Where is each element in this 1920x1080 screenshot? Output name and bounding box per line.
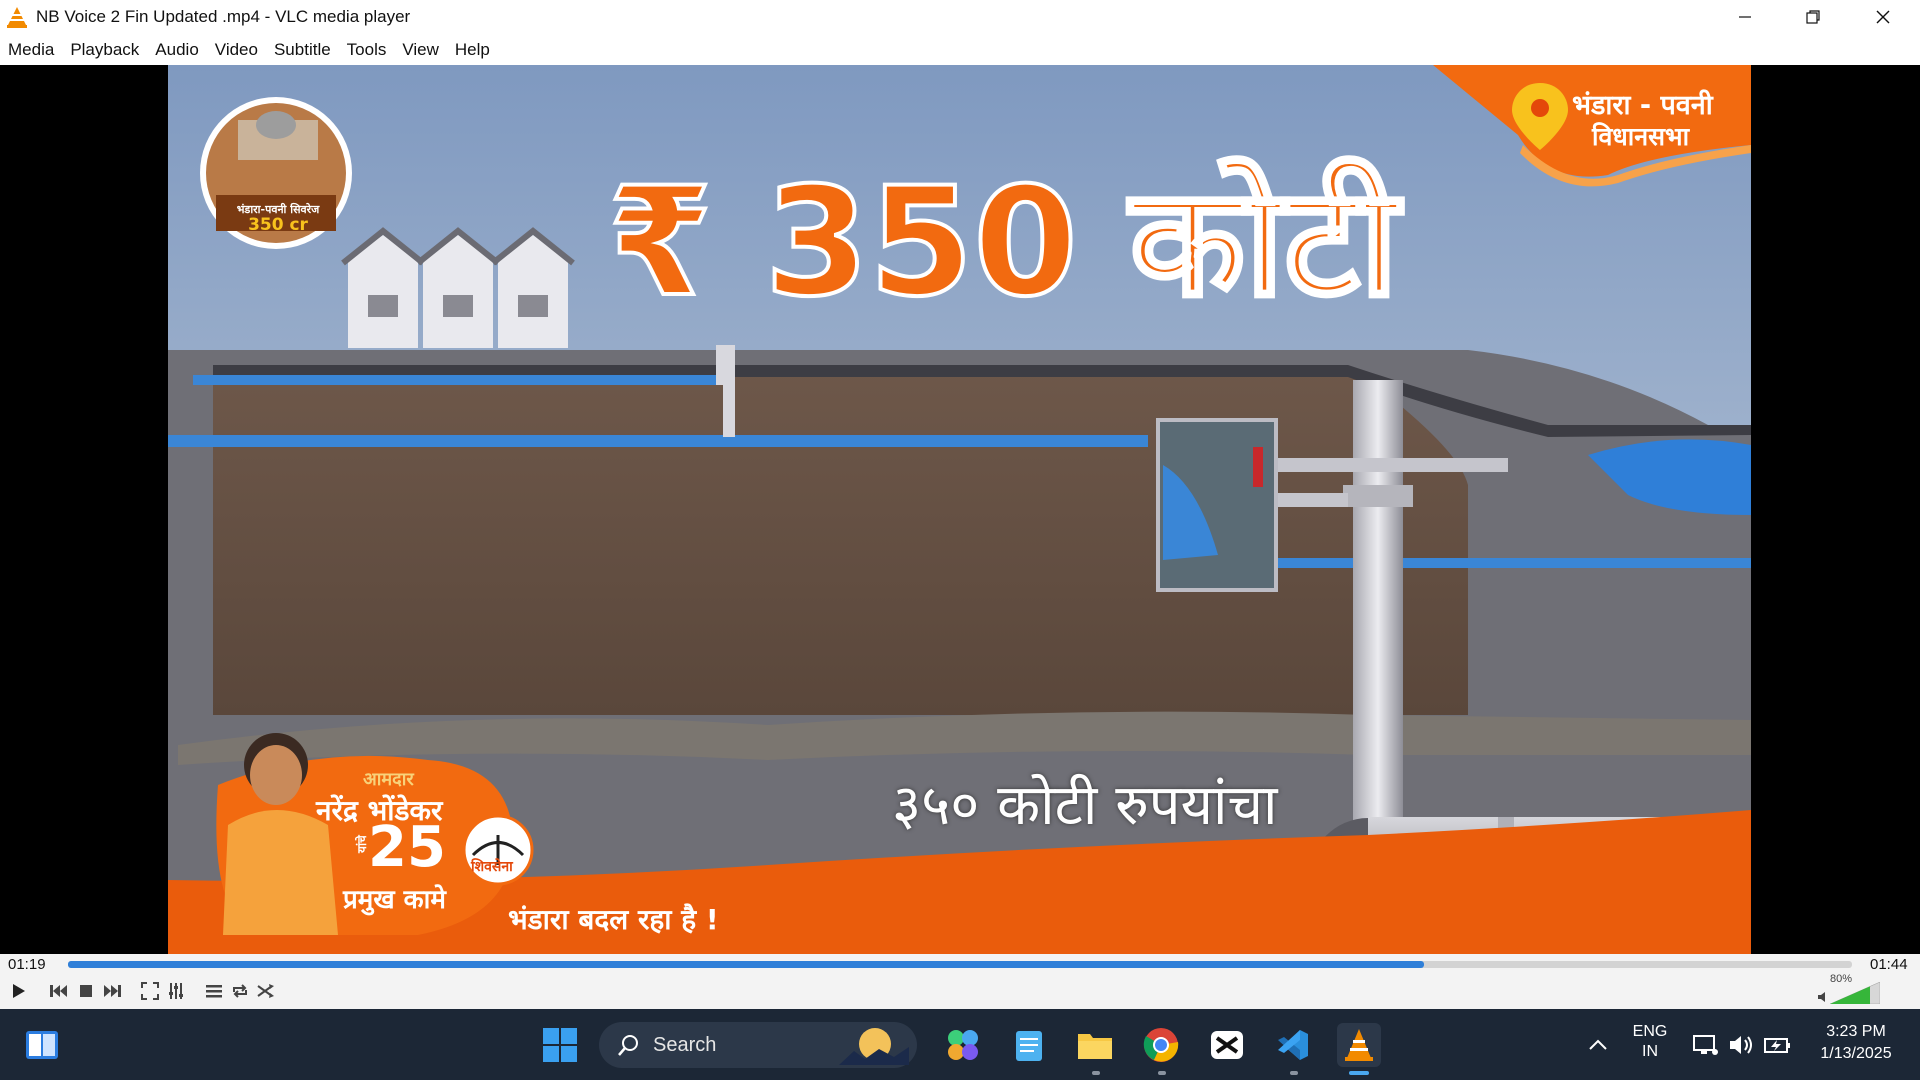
video-headline: ₹ 350 कोटी — [606, 154, 1400, 332]
search-label: Search — [653, 1034, 717, 1056]
speaker-icon — [1730, 1036, 1752, 1054]
copilot-icon — [948, 1030, 978, 1060]
taskbar: Search ENG IN 3:23 PM 1/13/2025 — [0, 1009, 1920, 1080]
network-button[interactable] — [1686, 1023, 1726, 1067]
fullscreen-icon — [141, 982, 159, 1000]
close-button[interactable] — [1848, 0, 1918, 34]
menu-view[interactable]: View — [394, 40, 447, 60]
stop-icon — [80, 985, 92, 997]
elapsed-time: 01:19 — [8, 956, 46, 973]
notepad-icon — [1016, 1031, 1042, 1061]
vlc-cone-icon — [7, 7, 27, 28]
playlist-icon — [206, 985, 222, 998]
language-indicator[interactable]: ENG IN — [1628, 1023, 1672, 1061]
badge-amdar: आमदार — [363, 769, 414, 790]
capcut-icon — [1211, 1031, 1243, 1059]
menu-help[interactable]: Help — [447, 40, 498, 60]
vlc-icon — [1345, 1029, 1373, 1061]
video-area[interactable]: ₹ 350 कोटी भंडारा - पवनी विधानसभा भंडारा… — [0, 65, 1920, 954]
volume-button[interactable] — [1722, 1023, 1762, 1067]
windows-logo-icon — [543, 1028, 577, 1062]
menu-playback[interactable]: Playback — [62, 40, 147, 60]
previous-button[interactable] — [48, 980, 70, 1002]
close-icon — [1876, 10, 1890, 24]
taskbar-search[interactable]: Search — [599, 1022, 917, 1068]
equalizer-icon — [169, 983, 183, 999]
location-line1: भंडारा - पवनी — [1572, 90, 1713, 121]
thumbnail-amount: 350 cr — [248, 215, 308, 235]
language-region: IN — [1642, 1043, 1658, 1060]
network-icon — [1693, 1035, 1718, 1055]
seek-progress — [68, 961, 1424, 968]
volume-slider[interactable]: 80% — [1818, 973, 1882, 1004]
taskbar-vlc[interactable] — [1337, 1023, 1381, 1067]
battery-charging-icon — [1764, 1038, 1790, 1053]
clock-date: 1/13/2025 — [1820, 1045, 1892, 1062]
seek-bar[interactable] — [68, 961, 1852, 968]
video-subtitle: ३५० कोटी रुपयांचा — [892, 773, 1278, 838]
menu-subtitle[interactable]: Subtitle — [266, 40, 339, 60]
running-indicator-vscode — [1290, 1071, 1298, 1075]
playlist-button[interactable] — [203, 980, 225, 1002]
running-indicator-chrome — [1158, 1071, 1166, 1075]
taskbar-vscode[interactable] — [1271, 1023, 1315, 1067]
clock-time: 3:23 PM — [1826, 1023, 1886, 1040]
menu-media[interactable]: Media — [0, 40, 62, 60]
loop-icon — [233, 984, 247, 998]
language-code: ENG — [1632, 1023, 1668, 1040]
play-icon — [13, 984, 25, 998]
play-button[interactable] — [7, 980, 29, 1002]
widgets-button[interactable] — [20, 1023, 64, 1067]
extended-settings-button[interactable] — [165, 980, 187, 1002]
location-line2: विधानसभा — [1592, 122, 1690, 151]
video-frame[interactable]: ₹ 350 कोटी भंडारा - पवनी विधानसभा भंडारा… — [168, 65, 1751, 954]
speaker-icon — [1818, 992, 1825, 1002]
shuffle-button[interactable] — [255, 980, 277, 1002]
chrome-icon — [1143, 1028, 1179, 1062]
widgets-icon — [26, 1031, 58, 1059]
player-controls: 01:19 01:44 80% — [0, 954, 1920, 1009]
taskbar-copilot[interactable] — [941, 1023, 985, 1067]
taskbar-chrome[interactable] — [1139, 1023, 1183, 1067]
start-button[interactable] — [538, 1023, 582, 1067]
restore-button[interactable] — [1778, 0, 1848, 34]
total-time: 01:44 — [1870, 956, 1908, 973]
houses-illustration — [341, 227, 575, 348]
show-hidden-icons-button[interactable] — [1576, 1023, 1620, 1067]
minimize-icon — [1739, 16, 1751, 18]
taskbar-capcut[interactable] — [1205, 1023, 1249, 1067]
title-bar: NB Voice 2 Fin Updated .mp4 - VLC media … — [0, 0, 1920, 34]
fullscreen-button[interactable] — [139, 980, 161, 1002]
badge-number: 25 — [368, 815, 446, 880]
vscode-icon — [1278, 1030, 1308, 1060]
window-title: NB Voice 2 Fin Updated .mp4 - VLC media … — [36, 7, 411, 26]
running-indicator-vlc — [1349, 1071, 1369, 1075]
folder-icon — [1078, 1034, 1112, 1059]
search-highlight-icon — [839, 1028, 909, 1065]
menu-video[interactable]: Video — [207, 40, 266, 60]
search-icon — [618, 1035, 638, 1056]
battery-button[interactable] — [1758, 1023, 1798, 1067]
next-button[interactable] — [101, 980, 123, 1002]
restore-icon — [1806, 10, 1820, 24]
next-icon — [104, 985, 121, 997]
party-label: शिवसेना — [471, 859, 513, 875]
badge-kaam: प्रमुख कामे — [343, 885, 446, 915]
tagline: भंडारा बदल रहा है ! — [508, 903, 719, 936]
chevron-up-icon — [1589, 1039, 1607, 1050]
stop-button[interactable] — [75, 980, 97, 1002]
minimize-button[interactable] — [1710, 0, 1780, 34]
menu-tools[interactable]: Tools — [339, 40, 395, 60]
taskbar-notepad[interactable] — [1007, 1023, 1051, 1067]
clock[interactable]: 3:23 PM 1/13/2025 — [1806, 1023, 1906, 1063]
running-indicator-explorer — [1092, 1071, 1100, 1075]
shuffle-icon — [257, 984, 274, 998]
menu-bar: Media Playback Audio Video Subtitle Tool… — [0, 34, 1920, 65]
menu-audio[interactable]: Audio — [147, 40, 206, 60]
taskbar-file-explorer[interactable] — [1073, 1023, 1117, 1067]
previous-icon — [50, 985, 67, 997]
loop-button[interactable] — [229, 980, 251, 1002]
volume-level — [1830, 982, 1880, 1004]
